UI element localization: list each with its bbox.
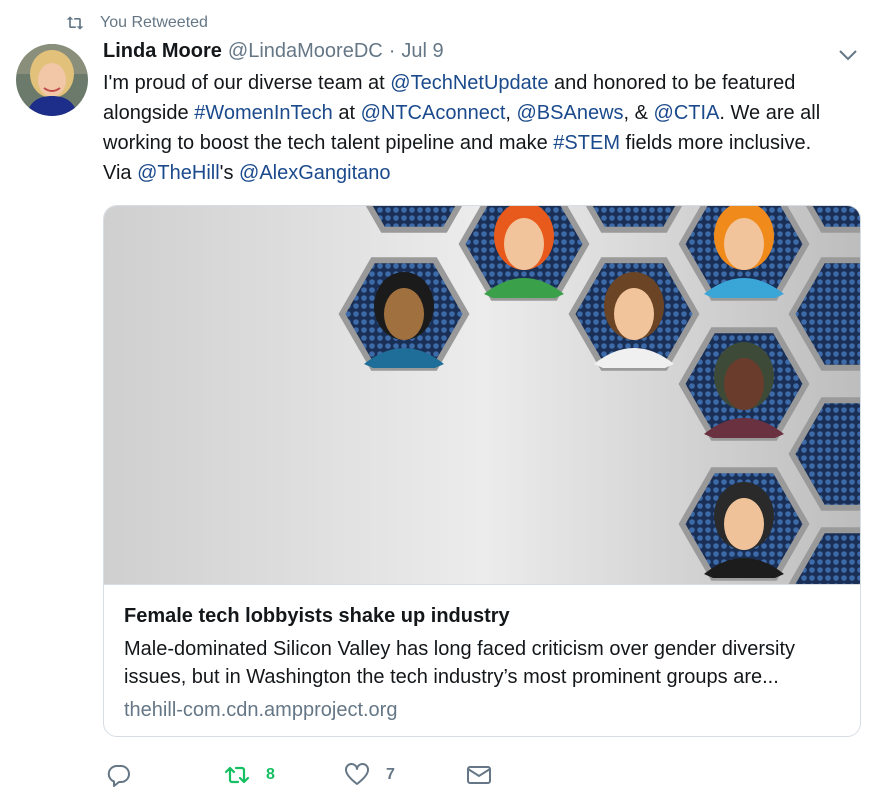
tweet-text-segment: ,: [505, 102, 517, 124]
author-handle[interactable]: @LindaMooreDC: [228, 40, 383, 63]
tweet-text-segment: I'm proud of our diverse team at: [103, 72, 391, 94]
avatar-hexagon: [568, 257, 700, 371]
retweet-button[interactable]: 8: [224, 760, 275, 790]
tweet-text-segment: fields more inclusive.: [619, 132, 812, 154]
avatar[interactable]: [16, 44, 88, 116]
card-description: Male-dominated Silicon Valley has long f…: [124, 635, 840, 691]
avatar-hexagon: [678, 467, 810, 581]
tweet-text-line: working to boost the tech talent pipelin…: [103, 128, 863, 158]
card-description-line: issues, but in Washington the tech indus…: [124, 666, 779, 688]
heart-icon: [345, 763, 369, 785]
reply-icon: [107, 764, 130, 787]
mention-link[interactable]: @TheHill: [137, 162, 220, 184]
mention-link[interactable]: @BSAnews: [517, 102, 624, 124]
tweet-text-segment: alongside: [103, 102, 195, 124]
link-card[interactable]: Female tech lobbyists shake up industry …: [103, 205, 861, 737]
card-url: thehill-com.cdn.ampproject.org: [124, 699, 398, 721]
mention-link[interactable]: @CTIA: [654, 102, 720, 124]
reply-button[interactable]: [106, 760, 132, 790]
direct-message-button[interactable]: [466, 760, 492, 790]
tweet-text-segment: and honored to be featured: [548, 72, 796, 94]
tweet-text-segment: . We are all: [719, 102, 821, 124]
tweet-header: Linda Moore @LindaMooreDC · Jul 9: [103, 40, 444, 68]
avatar-hexagon: [678, 327, 810, 441]
card-image: [104, 206, 860, 584]
card-title: Female tech lobbyists shake up industry: [124, 605, 510, 627]
tweet-date[interactable]: Jul 9: [401, 40, 443, 63]
retweet-count: 8: [266, 766, 275, 783]
mention-link[interactable]: @NTCAconnect: [361, 102, 506, 124]
header-separator: ·: [388, 40, 396, 62]
tweet-text-line: Via @TheHill's @AlexGangitano: [103, 158, 863, 188]
tweet-text-segment: Via: [103, 162, 138, 184]
retweet-context-label: You Retweeted: [100, 14, 208, 31]
avatar-hexagon: [338, 257, 470, 371]
tweet-text-segment: , &: [623, 102, 654, 124]
tweet-text-line: I'm proud of our diverse team at @TechNe…: [103, 68, 863, 98]
hashtag-link[interactable]: #WomenInTech: [194, 102, 333, 124]
retweet-icon: [224, 766, 250, 784]
tweet-text-segment: 's: [219, 162, 240, 184]
hashtag-link[interactable]: #STEM: [553, 132, 620, 154]
author-name[interactable]: Linda Moore: [103, 40, 222, 63]
tweet-text-segment: working to boost the tech talent pipelin…: [103, 132, 554, 154]
like-count: 7: [386, 766, 395, 783]
tweet-text-line: alongside #WomenInTech at @NTCAconnect , …: [103, 98, 863, 128]
retweet-icon: [66, 16, 84, 30]
mention-link[interactable]: @AlexGangitano: [239, 162, 391, 184]
chevron-down-icon[interactable]: [838, 48, 858, 62]
tweet-text-segment: at: [332, 102, 361, 124]
envelope-icon: [467, 766, 491, 784]
card-description-line: Male-dominated Silicon Valley has long f…: [124, 638, 796, 660]
card-body: Female tech lobbyists shake up industry …: [104, 584, 860, 723]
mention-link[interactable]: @TechNetUpdate: [390, 72, 548, 94]
tweet-actions: 8 7: [106, 760, 606, 790]
like-button[interactable]: 7: [344, 760, 395, 790]
retweet-context: You Retweeted: [64, 12, 208, 34]
tweet-text: I'm proud of our diverse team at @TechNe…: [103, 68, 863, 188]
